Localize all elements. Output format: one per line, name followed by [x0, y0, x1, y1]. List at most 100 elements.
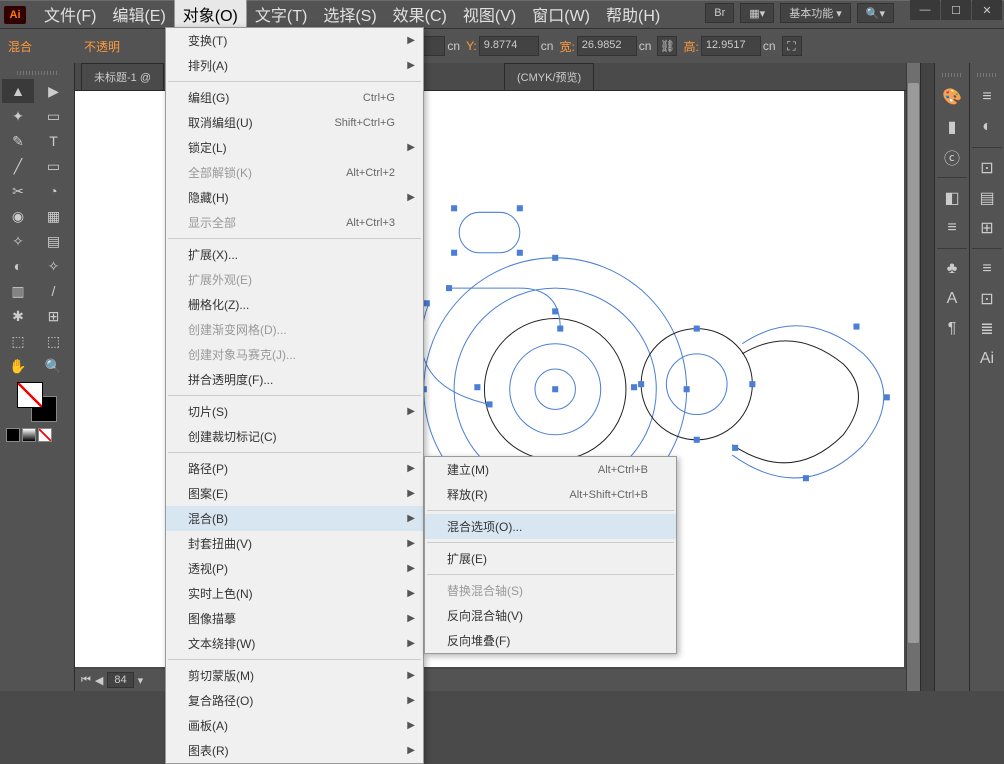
menu-item[interactable]: 图像描摹▶ — [166, 606, 423, 631]
menu-item[interactable]: 编组(G)Ctrl+G — [166, 85, 423, 110]
menu-item[interactable]: 透视(P)▶ — [166, 556, 423, 581]
bridge-icon[interactable]: Br — [705, 3, 734, 23]
panel-icon[interactable]: ◧ — [938, 184, 966, 212]
menu-item[interactable]: 排列(A)▶ — [166, 53, 423, 78]
rail-collapse[interactable] — [920, 63, 934, 691]
panel-icon[interactable]: ⊡ — [973, 285, 1001, 313]
tool-button[interactable]: ◉ — [2, 204, 34, 228]
tool-button[interactable]: ✋ — [2, 354, 34, 378]
mini-swatch[interactable] — [38, 428, 52, 442]
vertical-scrollbar[interactable] — [906, 63, 920, 691]
menu-item[interactable]: 封套扭曲(V)▶ — [166, 531, 423, 556]
menu-item[interactable]: 变换(T)▶ — [166, 28, 423, 53]
tool-button[interactable]: 🔍 — [38, 354, 70, 378]
menu-item[interactable]: 剪切蒙版(M)▶ — [166, 663, 423, 688]
menu-item[interactable]: 编辑(E) — [104, 0, 173, 30]
zoom-down-icon[interactable]: ▾ — [138, 674, 144, 687]
tool-button[interactable]: ▭ — [38, 104, 70, 128]
panel-icon[interactable]: ≣ — [973, 315, 1001, 343]
menu-item[interactable]: 实时上色(N)▶ — [166, 581, 423, 606]
panel-icon[interactable]: ≡ — [973, 83, 1001, 111]
tool-button[interactable]: ▤ — [38, 229, 70, 253]
menu-item[interactable]: 扩展(X)... — [166, 242, 423, 267]
search-icon[interactable]: 🔍▾ — [857, 3, 894, 23]
menu-item[interactable]: 栅格化(Z)... — [166, 292, 423, 317]
tool-button[interactable]: ▥ — [2, 279, 34, 303]
tool-button[interactable]: ◔ — [38, 179, 70, 203]
menu-item[interactable]: 释放(R)Alt+Shift+Ctrl+B — [425, 482, 676, 507]
panel-icon[interactable]: ⊡ — [973, 154, 1001, 182]
y-input[interactable]: 9.8774 — [479, 36, 539, 56]
menu-item[interactable]: 文本绕排(W)▶ — [166, 631, 423, 656]
color-swatch[interactable] — [17, 382, 57, 422]
menu-item[interactable]: 路径(P)▶ — [166, 456, 423, 481]
menu-item[interactable]: 窗口(W) — [524, 0, 598, 30]
workspace-switcher[interactable]: 基本功能 ▾ — [780, 3, 851, 23]
mini-swatch[interactable] — [6, 428, 20, 442]
menu-item[interactable]: 对象(O) — [174, 0, 247, 31]
tool-button[interactable]: ⬚ — [2, 329, 34, 353]
panel-icon[interactable]: ◐ — [973, 113, 1001, 141]
menu-item[interactable]: 文字(T) — [247, 0, 315, 30]
tool-button[interactable]: ▲ — [2, 79, 34, 103]
menu-item[interactable]: 混合(B)▶ — [166, 506, 423, 531]
tool-button[interactable]: T — [38, 129, 70, 153]
menu-item[interactable]: 反向混合轴(V) — [425, 603, 676, 628]
panel-grip-icon[interactable] — [970, 69, 1004, 81]
menu-item[interactable]: 图表(R)▶ — [166, 738, 423, 763]
panel-icon[interactable]: ⓒ — [938, 143, 966, 171]
artboard-prev-icon[interactable]: ⏮ — [81, 674, 91, 687]
panel-icon[interactable]: Ai — [973, 345, 1001, 373]
menu-item[interactable]: 文件(F) — [36, 0, 104, 30]
tool-button[interactable]: ▭ — [38, 154, 70, 178]
panel-icon[interactable]: ≡ — [938, 214, 966, 242]
tool-button[interactable]: ✧ — [38, 254, 70, 278]
grid-icon[interactable]: ▦▾ — [740, 3, 774, 23]
menu-item[interactable]: 选择(S) — [315, 0, 384, 30]
tool-button[interactable]: ⬚ — [38, 329, 70, 353]
panel-grip-icon[interactable] — [935, 69, 969, 81]
panel-icon[interactable]: ♣ — [938, 255, 966, 283]
tool-button[interactable]: ✎ — [2, 129, 34, 153]
tool-button[interactable]: ✂ — [2, 179, 34, 203]
panel-icon[interactable]: A — [938, 285, 966, 313]
menu-item[interactable]: 帮助(H) — [598, 0, 668, 30]
tool-button[interactable]: ▶ — [38, 79, 70, 103]
tool-button[interactable]: ✦ — [2, 104, 34, 128]
h-input[interactable]: 12.9517 — [701, 36, 761, 56]
menu-item[interactable]: 取消编组(U)Shift+Ctrl+G — [166, 110, 423, 135]
panel-icon[interactable]: ▤ — [973, 184, 1001, 212]
tool-button[interactable]: ⊞ — [38, 304, 70, 328]
menu-item[interactable]: 反向堆叠(F) — [425, 628, 676, 653]
panel-icon[interactable]: 🎨 — [938, 83, 966, 111]
panel-icon[interactable]: ≡ — [973, 255, 1001, 283]
menu-item[interactable]: 复合路径(O)▶ — [166, 688, 423, 713]
tool-button[interactable]: ✱ — [2, 304, 34, 328]
panel-grip-icon[interactable] — [2, 67, 72, 79]
close-button[interactable]: ✕ — [972, 0, 1002, 20]
menu-item[interactable]: 隐藏(H)▶ — [166, 185, 423, 210]
panel-icon[interactable]: ⊞ — [973, 214, 1001, 242]
transform-icon[interactable]: ⛶ — [782, 36, 802, 56]
swatch-fill[interactable] — [17, 382, 43, 408]
tool-button[interactable]: ▦ — [38, 204, 70, 228]
tool-button[interactable]: / — [38, 279, 70, 303]
menu-item[interactable]: 混合选项(O)... — [425, 514, 676, 539]
menu-item[interactable]: 切片(S)▶ — [166, 399, 423, 424]
scroll-thumb[interactable] — [908, 83, 919, 643]
panel-icon[interactable]: ▮ — [938, 113, 966, 141]
menu-item[interactable]: 拼合透明度(F)... — [166, 367, 423, 392]
menu-item[interactable]: 图案(E)▶ — [166, 481, 423, 506]
link-icon[interactable]: ⛓ — [657, 36, 677, 56]
menu-item[interactable]: 效果(C) — [385, 0, 455, 30]
menu-item[interactable]: 建立(M)Alt+Ctrl+B — [425, 457, 676, 482]
menu-item[interactable]: 扩展(E) — [425, 546, 676, 571]
menu-item[interactable]: 视图(V) — [455, 0, 524, 30]
menu-item[interactable]: 画板(A)▶ — [166, 713, 423, 738]
zoom-readout[interactable]: 84 — [107, 672, 133, 688]
menu-item[interactable]: 锁定(L)▶ — [166, 135, 423, 160]
maximize-button[interactable]: ☐ — [941, 0, 971, 20]
w-input[interactable]: 26.9852 — [577, 36, 637, 56]
minimize-button[interactable]: — — [910, 0, 940, 20]
tool-button[interactable]: ✧ — [2, 229, 34, 253]
